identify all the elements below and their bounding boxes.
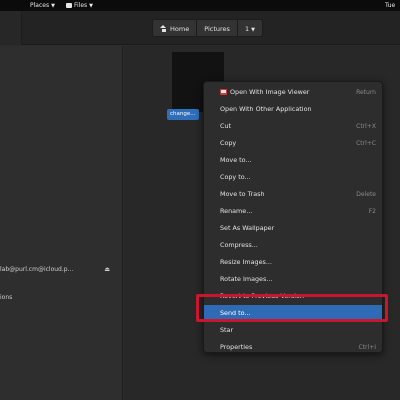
- menu-item-label: Set As Wallpaper: [220, 220, 274, 237]
- chevron-down-icon: ▼: [51, 3, 55, 9]
- menu-item-label: Copy to...: [220, 169, 251, 186]
- sidebar-item-label: ions: [0, 294, 13, 301]
- breadcrumb-pictures[interactable]: Pictures: [196, 19, 238, 37]
- menu-item-text: Copy: [220, 139, 237, 147]
- sidebar-item-online-account[interactable]: lab@purl.cm@icloud.p... ⏏: [0, 264, 123, 276]
- menu-item-label: Star: [220, 322, 233, 339]
- home-icon: [160, 25, 167, 32]
- menu-item-text: Revert to Previous Version: [220, 292, 304, 300]
- menu-item-label: Resize Images...: [220, 254, 272, 271]
- top-panel: Places ▼ Files ▼ Tue: [0, 0, 400, 11]
- menu-item-text: Properties: [220, 343, 253, 351]
- menu-item-shortcut: Ctrl+I: [358, 344, 376, 351]
- sidebar-item-other-locations[interactable]: ions: [0, 292, 123, 304]
- menu-item-label: Cut: [220, 118, 231, 135]
- menu-item-text: Send to...: [220, 309, 251, 317]
- breadcrumb-pictures-label: Pictures: [204, 25, 230, 33]
- files-label: Files: [74, 2, 88, 9]
- clock[interactable]: Tue: [385, 0, 395, 11]
- menu-item-label: Copy: [220, 135, 236, 152]
- menu-item-rename[interactable]: Rename... F2: [204, 203, 382, 220]
- breadcrumb-current[interactable]: 1 ▼: [236, 19, 263, 37]
- menu-item-move-to[interactable]: Move to...: [204, 152, 382, 169]
- menu-item-compress[interactable]: Compress...: [204, 237, 382, 254]
- menu-item-label: Send to...: [220, 305, 251, 322]
- menu-item-star[interactable]: Star: [204, 322, 382, 339]
- menu-item-label: Open With Image Viewer: [220, 84, 309, 101]
- menu-item-text: Move to...: [220, 156, 252, 164]
- path-bar: Home Pictures 1 ▼: [152, 19, 263, 37]
- menu-item-label: Revert to Previous Version: [220, 288, 304, 305]
- chevron-down-icon: ▼: [251, 27, 255, 33]
- menu-item-set-as-wallpaper[interactable]: Set As Wallpaper: [204, 220, 382, 237]
- breadcrumb-home[interactable]: Home: [152, 19, 198, 37]
- eject-icon[interactable]: ⏏: [104, 264, 110, 276]
- files-icon: [66, 2, 72, 8]
- menu-item-open-with-other-application[interactable]: Open With Other Application: [204, 101, 382, 118]
- menu-item-text: Resize Images...: [220, 258, 272, 266]
- menu-item-label: Properties: [220, 339, 252, 356]
- menu-item-properties[interactable]: Properties Ctrl+I: [204, 339, 382, 356]
- clock-label: Tue: [385, 2, 396, 9]
- menu-item-text: Open With Image Viewer: [230, 88, 310, 96]
- breadcrumb-current-label: 1: [244, 25, 250, 33]
- menu-item-text: Copy to...: [220, 173, 251, 181]
- image-viewer-icon: [220, 88, 227, 95]
- places-menu[interactable]: Places ▼: [30, 0, 55, 11]
- menu-item-cut[interactable]: Cut Ctrl+X: [204, 118, 382, 135]
- file-name-label[interactable]: change...: [167, 109, 199, 120]
- menu-item-label: Rename...: [220, 203, 252, 220]
- chevron-down-icon: ▼: [89, 3, 94, 9]
- header-bar: Home Pictures 1 ▼: [0, 11, 400, 45]
- menu-item-rotate-images[interactable]: Rotate Images...: [204, 271, 382, 288]
- menu-item-text: Cut: [220, 122, 232, 130]
- header-left-edge: [0, 11, 22, 45]
- menu-item-label: Move to Trash: [220, 186, 265, 203]
- menu-item-copy[interactable]: Copy Ctrl+C: [204, 135, 382, 152]
- menu-item-text: Rename...: [220, 207, 253, 215]
- menu-item-shortcut: Delete: [356, 191, 376, 198]
- menu-item-text: Set As Wallpaper: [220, 224, 275, 232]
- menu-item-open-with-image-viewer[interactable]: Open With Image Viewer Return: [204, 84, 382, 101]
- menu-item-text: Move to Trash: [220, 190, 265, 198]
- sidebar: lab@purl.cm@icloud.p... ⏏ ions: [0, 46, 123, 400]
- menu-item-send-to[interactable]: Send to...: [204, 305, 382, 322]
- places-label: Places: [30, 2, 50, 9]
- menu-item-shortcut: Ctrl+C: [356, 140, 376, 147]
- breadcrumb-home-label: Home: [170, 25, 190, 33]
- menu-item-move-to-trash[interactable]: Move to Trash Delete: [204, 186, 382, 203]
- menu-item-shortcut: Ctrl+X: [356, 123, 376, 130]
- menu-item-copy-to[interactable]: Copy to...: [204, 169, 382, 186]
- menu-item-text: Open With Other Application: [220, 105, 312, 113]
- menu-item-label: Rotate Images...: [220, 271, 272, 288]
- menu-item-resize-images[interactable]: Resize Images...: [204, 254, 382, 271]
- menu-item-label: Move to...: [220, 152, 252, 169]
- menu-item-revert-to-previous-version[interactable]: Revert to Previous Version: [204, 288, 382, 305]
- menu-item-shortcut: Return: [356, 89, 376, 96]
- menu-item-text: Star: [220, 326, 234, 334]
- menu-item-label: Open With Other Application: [220, 101, 312, 118]
- context-menu: Open With Image Viewer Return Open With Ot…: [203, 81, 383, 353]
- menu-item-text: Compress...: [220, 241, 258, 249]
- menu-item-text: Rotate Images...: [220, 275, 273, 283]
- files-app-menu[interactable]: Files ▼: [66, 0, 93, 11]
- menu-item-label: Compress...: [220, 237, 258, 254]
- menu-item-shortcut: F2: [368, 208, 376, 215]
- sidebar-item-label: lab@purl.cm@icloud.p...: [0, 266, 74, 273]
